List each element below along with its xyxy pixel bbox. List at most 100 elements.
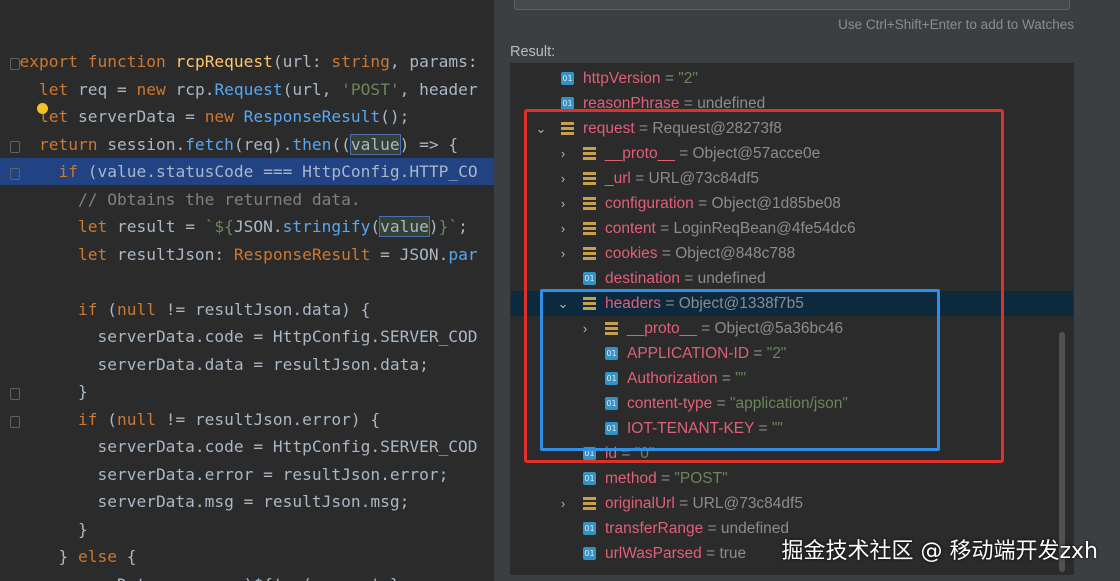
code-line[interactable]: // Obtains the returned data. (0, 186, 500, 213)
field-icon: 01 (583, 522, 596, 535)
code-token: != resultJson.data) { (165, 299, 371, 319)
field-value: true (719, 545, 747, 562)
code-line[interactable]: } (0, 516, 500, 543)
field-name: httpVersion (583, 70, 661, 87)
fold-marker-icon[interactable] (10, 416, 20, 428)
field-value: "2" (678, 70, 698, 87)
fold-marker-icon[interactable] (10, 388, 20, 400)
code-token: 'POST' (341, 79, 400, 99)
field-value: URL@73c84df5 (692, 495, 803, 512)
code-token: new (204, 107, 244, 126)
equals-separator: = (701, 545, 720, 562)
code-token: ( (370, 217, 381, 236)
equals-separator: = (660, 70, 679, 87)
code-token: (( (331, 134, 351, 154)
tree-row-text: method = "POST" (605, 466, 728, 491)
code-token: session. (107, 134, 186, 154)
code-token: string (331, 52, 390, 71)
lightbulb-icon[interactable] (37, 103, 48, 114)
code-line[interactable]: serverData.code = HttpConfig.SERVER_COD (0, 433, 500, 460)
collapse-arrow-icon[interactable]: › (557, 491, 569, 516)
code-token: if (19, 299, 108, 319)
code-token: par (448, 244, 478, 264)
code-line[interactable]: return session.fetch(req).then((value) =… (0, 131, 500, 158)
code-token: != resultJson.error) { (165, 409, 381, 429)
code-token: (value.statusCode === HttpConfig.HTTP_CO (87, 162, 478, 181)
tree-row-text: originalUrl = URL@73c84df5 (605, 491, 803, 516)
code-token: ResponseResult (243, 107, 381, 126)
code-token: Data = server)${'s (e.....' } (20, 575, 410, 581)
code-line[interactable]: serverData.code = HttpConfig.SERVER_COD (0, 323, 500, 350)
code-token: ; (458, 217, 468, 236)
code-token: else (77, 547, 127, 566)
code-line[interactable]: if (null != resultJson.data) { (0, 296, 500, 323)
code-line[interactable]: serverData.data = resultJson.data; (0, 351, 500, 378)
code-token: null (116, 299, 166, 319)
field-name: method (605, 470, 657, 487)
code-line[interactable] (0, 268, 500, 295)
tree-row[interactable]: 01 httpVersion = "2" (511, 66, 1073, 91)
code-line[interactable]: let result = `${JSON.stringify(value)}`; (0, 213, 500, 240)
code-token: } (19, 547, 78, 566)
code-line[interactable]: serverData.msg = resultJson.msg; (0, 488, 500, 515)
code-token: (req). (233, 134, 293, 154)
field-icon: 01 (583, 547, 596, 560)
field-icon: 01 (561, 72, 574, 85)
code-token: return (19, 134, 108, 154)
code-token: (); (380, 107, 410, 126)
code-line[interactable]: let resultJson: ResponseResult = JSON.pa… (0, 241, 500, 268)
code-token: let (19, 217, 117, 236)
code-token: ) (428, 217, 439, 236)
code-line[interactable]: Data = server)${'s (e.....' } (0, 571, 500, 581)
code-token: } (19, 382, 88, 401)
code-token: serverData.msg = resultJson.msg; (19, 492, 410, 511)
code-token: stringify (282, 217, 371, 236)
tree-row-text: urlWasParsed = true (605, 541, 746, 566)
code-token: JSON. (233, 217, 283, 236)
watches-hint: Use Ctrl+Shift+Enter to add to Watches (838, 17, 1074, 32)
code-token: (url: (272, 52, 332, 71)
code-token: then (292, 134, 332, 154)
code-token: serverData.code = HttpConfig.SERVER_COD (19, 327, 478, 346)
code-line[interactable]: if (value.statusCode === HttpConfig.HTTP… (0, 158, 500, 185)
code-token: req = (77, 79, 137, 99)
code-token: , header (399, 79, 478, 99)
code-token: serverData = (77, 107, 205, 126)
code-token: fetch (185, 134, 234, 154)
code-line[interactable]: if (null != resultJson.error) { (0, 406, 500, 433)
code-token: result = (116, 217, 205, 236)
code-line[interactable]: serverData.error = resultJson.error; (0, 461, 500, 488)
fold-marker-icon[interactable] (10, 141, 20, 153)
code-token: }` (438, 217, 459, 236)
object-icon (583, 497, 596, 510)
tree-row[interactable]: › originalUrl = URL@73c84df5 (511, 491, 1073, 516)
fold-marker-icon[interactable] (10, 58, 20, 70)
fold-marker-icon[interactable] (10, 168, 20, 180)
tree-row-text: transferRange = undefined (605, 516, 789, 541)
code-token: if (19, 409, 108, 429)
code-token: resultJson: (116, 244, 234, 264)
code-token: null (116, 409, 166, 429)
code-line[interactable]: } (0, 378, 500, 405)
code-token: rcp. (175, 79, 215, 99)
expression-input[interactable] (514, 0, 1070, 10)
field-name: urlWasParsed (605, 545, 702, 562)
code-token: = JSON. (370, 244, 449, 264)
code-line[interactable]: } else { (0, 543, 500, 570)
blue-highlight-annotation (540, 289, 940, 451)
field-icon: 01 (583, 472, 596, 485)
code-token: value (379, 216, 430, 237)
field-value: "POST" (674, 470, 728, 487)
code-token: ) => { (399, 134, 459, 154)
code-line[interactable]: let serverData = new ResponseResult(); (0, 103, 500, 130)
code-token: Request (214, 79, 283, 99)
code-editor[interactable]: export function rcpRequest(url: string, … (0, 0, 500, 581)
code-line[interactable]: let req = new rcp.Request(url, 'POST', h… (0, 76, 500, 103)
code-token: function (87, 52, 176, 71)
code-token: let (19, 244, 117, 264)
code-token: } (19, 519, 88, 539)
tree-row[interactable]: 01 method = "POST" (511, 466, 1073, 491)
code-token: if (19, 162, 88, 181)
field-name: transferRange (605, 520, 704, 537)
code-line[interactable]: export function rcpRequest(url: string, … (0, 48, 500, 75)
